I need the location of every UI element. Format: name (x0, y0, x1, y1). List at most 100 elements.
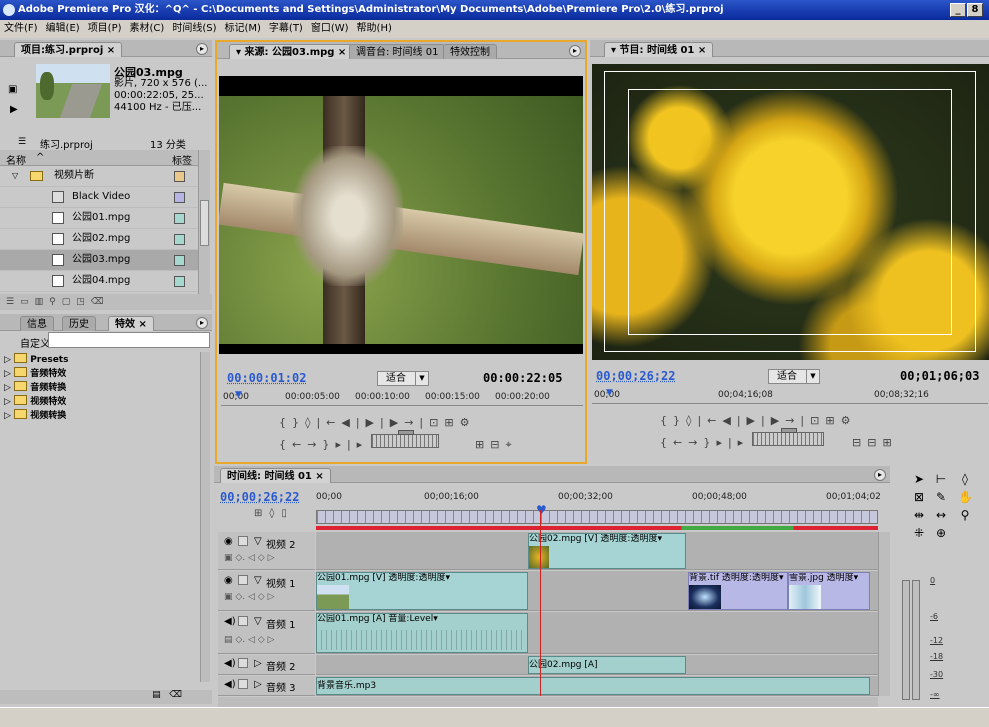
new-bin-icon[interactable]: ▢ (62, 297, 77, 307)
tab-audio-mixer[interactable]: 调音台: 时间线 01 (349, 44, 446, 59)
track-header-video-2[interactable]: ◉ ▽ 视频 2 ▣ ◇. ◁ ◇ ▷ (218, 532, 315, 570)
find-icon[interactable]: ⚲ (49, 297, 62, 307)
lock-box[interactable] (238, 575, 248, 585)
menu-marker[interactable]: 标记(M) (220, 23, 264, 34)
lift-clip-icon[interactable]: ⊟ (852, 436, 867, 449)
step-back-icon[interactable]: ◀| (341, 416, 365, 429)
timeline-current-timecode[interactable]: 00;00;26;22 (220, 490, 299, 504)
track-video-1[interactable]: 公园01.mpg [V] 透明度:透明度▾ 背景.tif 透明度:透明度▾ 雪景… (316, 571, 878, 611)
expand-arrow-icon[interactable]: ▷ (254, 679, 262, 690)
delete-icon[interactable]: ⌫ (169, 690, 182, 700)
go-to-next-edit-icon[interactable]: →} (688, 436, 716, 449)
column-label[interactable]: 标签 (172, 152, 192, 167)
step-forward-icon[interactable]: |▶ (380, 416, 404, 429)
tab-effect-controls[interactable]: 特效控制 (443, 44, 497, 59)
tab-program[interactable]: ▾ 节目: 时间线 01 × (604, 42, 714, 57)
tab-effects[interactable]: 特效 × (108, 316, 154, 331)
go-to-prev-edit-icon[interactable]: {← (660, 436, 688, 449)
track-audio-3[interactable]: 背景音乐.mp3 (316, 676, 878, 696)
go-to-out-icon[interactable]: →| (785, 414, 810, 427)
tab-project[interactable]: 项目:练习.prproj × (14, 42, 123, 57)
track-keyframe-controls[interactable]: ▣ ◇. ◁ ◇ ▷ (224, 553, 275, 563)
playhead-icon[interactable]: ▼ (606, 388, 613, 398)
clip-v2-park02[interactable]: 公园02.mpg [V] 透明度:透明度▾ (528, 533, 686, 569)
tab-history[interactable]: 历史 (62, 316, 96, 331)
mark-in-icon[interactable]: { (660, 414, 673, 427)
lock-box[interactable] (238, 679, 248, 689)
clip-a1-park01[interactable]: 公园01.mpg [A] 音量:Level▾ (316, 613, 528, 653)
zoom-tool-icon[interactable]: ⚲ (958, 508, 972, 522)
menu-sequence[interactable]: 时间线(S) (168, 23, 220, 34)
effects-search-input[interactable] (48, 332, 210, 348)
step-back-icon[interactable]: ◀| (722, 414, 746, 427)
list-item[interactable]: 公园02.mpg (0, 229, 198, 250)
go-to-in-icon[interactable]: |← (697, 414, 722, 427)
menu-help[interactable]: 帮助(H) (353, 23, 396, 34)
expand-arrow-icon[interactable]: ▽ (12, 166, 18, 186)
expand-arrow-icon[interactable]: ▷ (4, 355, 11, 365)
mark-out-icon[interactable]: } (673, 414, 686, 427)
track-header-audio-1[interactable]: ◀) ▽ 音频 1 ▤ ◇. ◁ ◇ ▷ (218, 612, 315, 654)
marker-icon[interactable]: ◊ (269, 508, 281, 519)
clip-v1-snow-jpg[interactable]: 雪景.jpg 透明度▾ (788, 572, 870, 610)
column-name[interactable]: 名称 (6, 152, 26, 167)
slip-tool-icon[interactable]: ⇹ (912, 508, 926, 522)
expand-arrow-icon[interactable]: ▷ (4, 397, 11, 407)
source-current-timecode[interactable]: 00:00:01:02 (227, 371, 306, 385)
clip-a3-bg-music[interactable]: 背景音乐.mp3 (316, 677, 870, 695)
tab-timeline[interactable]: 时间线: 时间线 01 × (220, 468, 331, 483)
track-video-2[interactable]: 公园02.mpg [V] 透明度:透明度▾ (316, 532, 878, 570)
collapse-arrow-icon[interactable]: ▽ (254, 575, 262, 586)
menu-title[interactable]: 字幕(T) (265, 23, 307, 34)
maximize-button[interactable]: 8 (967, 3, 983, 17)
razor-tool-icon[interactable]: ✎ (934, 490, 948, 504)
expand-arrow-icon[interactable]: ▷ (4, 383, 11, 393)
ripple-edit-tool-icon[interactable]: ◊ (958, 472, 972, 486)
timeline-horizontal-scrollbar[interactable] (218, 697, 878, 707)
menu-edit[interactable]: 编辑(E) (42, 23, 84, 34)
track-header-audio-3[interactable]: ◀) ▷ 音频 3 (218, 676, 315, 696)
playhead-icon[interactable]: ▼ (235, 390, 242, 400)
thumbnail-camera-icon[interactable]: ▣ (8, 84, 17, 95)
pen-tool-icon[interactable]: ⁜ (912, 526, 926, 540)
automate-icon[interactable]: ▥ (35, 297, 50, 307)
track-keyframe-controls[interactable]: ▣ ◇. ◁ ◇ ▷ (224, 592, 275, 602)
timeline-playhead-icon[interactable]: ♥ (536, 503, 547, 517)
play-in-to-out-icon[interactable]: ▸|▸ (335, 438, 368, 451)
expand-arrow-icon[interactable]: ▷ (254, 658, 262, 669)
shuttle-handle[interactable] (781, 428, 797, 433)
keyframe-icon[interactable]: ▯ (281, 508, 294, 519)
extract-clip-icon[interactable]: ⊟ (867, 436, 882, 449)
lock-box[interactable] (238, 616, 248, 626)
overlay-clip-icon[interactable]: ⊟ (490, 438, 505, 451)
set-marker-icon[interactable]: ◊ (686, 414, 697, 427)
shuttle-handle[interactable] (398, 430, 414, 435)
track-header-video-1[interactable]: ◉ ▽ 视频 1 ▣ ◇. ◁ ◇ ▷ (218, 571, 315, 611)
hand-tool-icon[interactable]: ✋ (958, 490, 973, 504)
effects-folder-audio-effects[interactable]: ▷ 音频特效 (4, 366, 66, 380)
source-time-ruler[interactable]: 00;00 00:00:05:00 00:00:10:00 00:00:15:0… (221, 390, 583, 406)
go-to-out-icon[interactable]: →| (404, 416, 429, 429)
slide-tool-icon[interactable]: ↔ (934, 508, 948, 522)
eye-icon[interactable]: ◉ (224, 536, 233, 547)
play-in-to-out-icon[interactable]: ▸|▸ (716, 436, 749, 449)
menu-window[interactable]: 窗口(W) (307, 23, 353, 34)
expand-arrow-icon[interactable]: ▷ (4, 411, 11, 421)
selection-tool-icon[interactable]: ➤ (912, 472, 926, 486)
effects-folder-presets[interactable]: ▷ Presets (4, 352, 68, 366)
step-forward-icon[interactable]: |▶ (761, 414, 785, 427)
effects-scrollbar[interactable] (200, 352, 210, 682)
new-item-icon[interactable]: ◳ (76, 297, 91, 307)
panel-menu-icon[interactable]: ▸ (569, 45, 581, 57)
insert-clip-icon[interactable]: ⊞ (475, 438, 490, 451)
delete-icon[interactable]: ⌫ (91, 297, 110, 307)
track-audio-1[interactable]: 公园01.mpg [A] 音量:Level▾ (316, 612, 878, 654)
trim-icon[interactable]: ⊞ (882, 436, 897, 449)
track-keyframe-controls[interactable]: ▤ ◇. ◁ ◇ ▷ (224, 635, 275, 645)
effects-folder-video-transitions[interactable]: ▷ 视频转换 (4, 408, 66, 422)
list-item-selected[interactable]: 公园03.mpg (0, 250, 198, 271)
program-jog-shuttle[interactable] (752, 428, 824, 446)
clip-v1-park01[interactable]: 公园01.mpg [V] 透明度:透明度▾ (316, 572, 528, 610)
collapse-arrow-icon[interactable]: ▽ (254, 536, 262, 547)
play-thumbnail-icon[interactable]: ▶ (10, 104, 18, 115)
